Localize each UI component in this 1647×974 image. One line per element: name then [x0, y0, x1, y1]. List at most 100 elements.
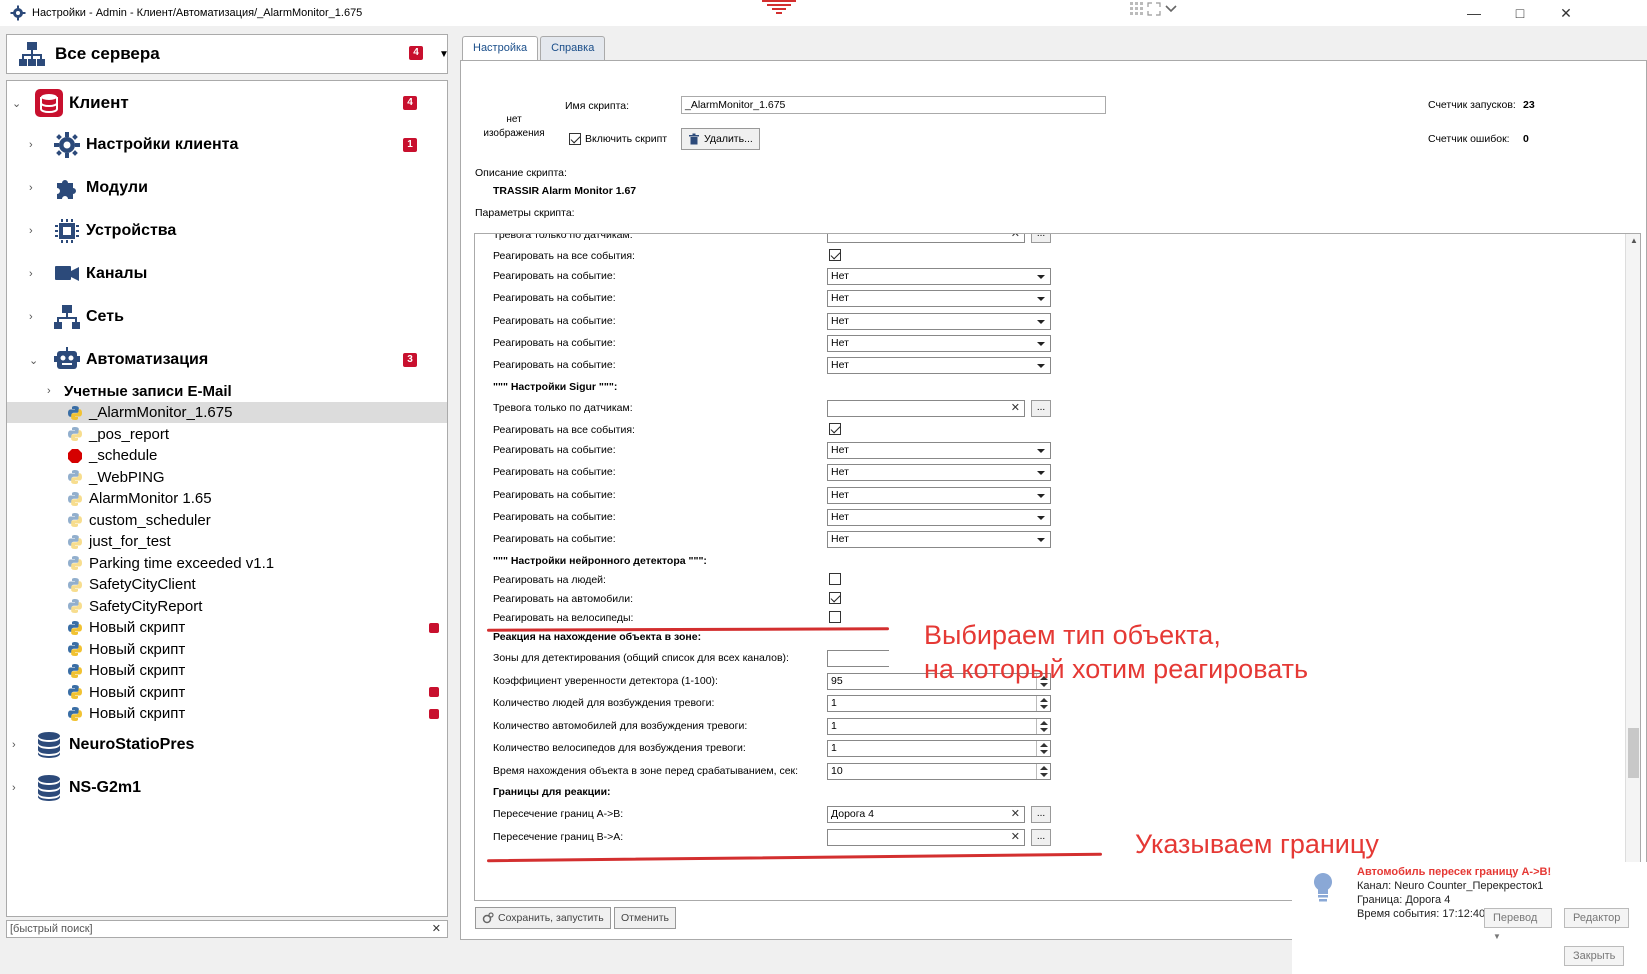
border-ab-input[interactable]: Дорога 4 ✕ [827, 806, 1025, 823]
close-window-button[interactable]: ✕ [1543, 0, 1589, 26]
tree-item-script[interactable]: Новый скрипт [7, 703, 447, 724]
bikes-checkbox[interactable] [829, 611, 841, 623]
tree-item-script[interactable]: AlarmMonitor 1.65 [7, 488, 447, 509]
tree-item-script-label: _AlarmMonitor_1.675 [89, 404, 233, 421]
tree-item-script[interactable]: just_for_test [7, 531, 447, 552]
browse-button[interactable]: ... [1031, 234, 1051, 243]
chevron-right-icon[interactable]: › [29, 225, 33, 237]
param-row: Количество велосипедов для возбуждения т… [475, 737, 1625, 759]
tree-item-server2[interactable]: › NeuroStatioPres [7, 728, 447, 762]
tree-item-script[interactable]: _WebPING [7, 467, 447, 488]
translate-button[interactable]: Перевод ▼ [1484, 908, 1552, 941]
tree-item-script[interactable]: SafetyCityClient [7, 574, 447, 595]
browse-button[interactable]: ... [1031, 400, 1051, 417]
tree-item-script[interactable]: _pos_report [7, 424, 447, 445]
bike-count-spinner[interactable]: 1 [827, 740, 1051, 757]
spinner-arrows[interactable] [1036, 764, 1050, 779]
event-select[interactable]: Нет [827, 531, 1051, 549]
scroll-thumb[interactable] [1628, 728, 1639, 778]
clear-icon[interactable]: ✕ [1011, 830, 1020, 845]
clear-icon[interactable]: ✕ [1011, 401, 1020, 416]
spinner-arrows[interactable] [1036, 741, 1050, 756]
tree-item-script[interactable]: custom_scheduler [7, 510, 447, 531]
car-count-spinner[interactable]: 1 [827, 718, 1051, 735]
script-name-input[interactable]: _AlarmMonitor_1.675 [681, 96, 1106, 114]
minimize-button[interactable]: — [1451, 0, 1497, 26]
layout-tools[interactable] [1130, 2, 1185, 18]
server-selector[interactable]: Все сервера 4 ▼ [6, 34, 449, 74]
tree-item-script[interactable]: Новый скрипт [7, 660, 447, 681]
chevron-right-icon[interactable]: › [12, 739, 16, 751]
chevron-right-icon[interactable]: › [29, 182, 33, 194]
people-checkbox[interactable] [829, 573, 841, 585]
tree-item-script[interactable]: Новый скрипт [7, 682, 447, 703]
enable-script-label: Включить скрипт [585, 133, 668, 145]
dropdown-arrow-icon[interactable]: ▼ [439, 49, 449, 60]
event-select[interactable]: Нет [827, 268, 1051, 285]
tree-item-channels[interactable]: › Каналы [7, 256, 447, 292]
tree-item-script[interactable]: Parking time exceeded v1.1 [7, 553, 447, 574]
tab-help[interactable]: Справка [540, 36, 606, 60]
tree-item-modules[interactable]: › Модули [7, 170, 447, 206]
people-count-value: 1 [831, 697, 837, 709]
all-events-checkbox[interactable] [829, 249, 841, 261]
close-notification-button[interactable]: Закрыть [1564, 946, 1625, 966]
zone-time-spinner[interactable]: 10 [827, 763, 1051, 780]
browse-button[interactable]: ... [1031, 806, 1051, 823]
chevron-right-icon[interactable]: › [29, 268, 33, 280]
chevron-down-icon[interactable] [1164, 2, 1178, 16]
grid-icon[interactable] [1130, 2, 1144, 16]
params-scrollbar[interactable]: ▲ ▼ [1625, 234, 1640, 900]
chevron-right-icon[interactable]: › [29, 311, 33, 323]
chevron-right-icon[interactable]: › [29, 139, 33, 151]
cars-checkbox[interactable] [829, 592, 841, 604]
event-select[interactable]: Нет [827, 290, 1051, 308]
save-run-button[interactable]: Сохранить, запустить [475, 907, 611, 929]
cancel-button[interactable]: Отменить [614, 907, 676, 929]
tree-item-server3[interactable]: › NS-G2m1 [7, 771, 447, 805]
spinner-arrows[interactable] [1036, 719, 1050, 734]
clear-search-icon[interactable]: ✕ [432, 921, 441, 937]
sensors-input[interactable]: ✕ [827, 234, 1025, 243]
clear-icon[interactable]: ✕ [1011, 807, 1020, 822]
event-select[interactable]: Нет [827, 357, 1051, 375]
zones-input[interactable] [827, 650, 889, 667]
browse-button[interactable]: ... [1031, 829, 1051, 846]
enable-script-checkbox[interactable] [569, 133, 581, 145]
tab-settings[interactable]: Настройка [462, 36, 539, 61]
tree-item-script[interactable]: Новый скрипт [7, 639, 447, 660]
quick-search-input[interactable]: [быстрый поиск] ✕ [6, 920, 448, 938]
tree-item-devices[interactable]: › Устройства [7, 213, 447, 249]
scroll-up-icon[interactable]: ▲ [1630, 236, 1638, 245]
tree-item-script[interactable]: SafetyCityReport [7, 596, 447, 617]
chevron-down-icon[interactable]: ⌄ [29, 354, 38, 367]
delete-script-button[interactable]: Удалить... [681, 128, 760, 150]
tree-item-script[interactable]: _AlarmMonitor_1.675 [7, 402, 447, 423]
spinner-arrows[interactable] [1036, 696, 1050, 711]
event-select[interactable]: Нет [827, 442, 1051, 459]
sigur-sensors-input[interactable]: ✕ [827, 400, 1025, 417]
annotation-line-1: Выбираем тип объекта, [924, 620, 1221, 650]
chevron-down-icon[interactable]: ⌄ [12, 97, 21, 110]
tree-item-email[interactable]: › Учетные записи E-Mail [7, 381, 447, 401]
chevron-right-icon[interactable]: › [12, 782, 16, 794]
editor-button[interactable]: Редактор [1564, 908, 1630, 928]
expand-icon[interactable] [1147, 2, 1161, 16]
event-select[interactable]: Нет [827, 464, 1051, 482]
event-select[interactable]: Нет [827, 334, 1051, 352]
event-select[interactable]: Нет [827, 486, 1051, 504]
tree-item-client-settings[interactable]: › Настройки клиента 1 [7, 127, 447, 163]
maximize-button[interactable]: □ [1497, 0, 1543, 26]
chevron-right-icon[interactable]: › [47, 385, 51, 397]
tree-item-network[interactable]: › Сеть [7, 299, 447, 335]
event-select[interactable]: Нет [827, 312, 1051, 330]
tree-item-script[interactable]: Новый скрипт [7, 617, 447, 638]
tree-item-client[interactable]: ⌄ Клиент 4 [7, 85, 447, 121]
clear-icon[interactable]: ✕ [1011, 234, 1020, 242]
people-count-spinner[interactable]: 1 [827, 695, 1051, 712]
border-ba-input[interactable]: ✕ [827, 829, 1025, 846]
tree-item-automation[interactable]: ⌄ Автоматизация 3 [7, 342, 447, 378]
event-select[interactable]: Нет [827, 508, 1051, 526]
sigur-all-events-checkbox[interactable] [829, 423, 841, 435]
tree-item-script[interactable]: _schedule [7, 445, 447, 466]
